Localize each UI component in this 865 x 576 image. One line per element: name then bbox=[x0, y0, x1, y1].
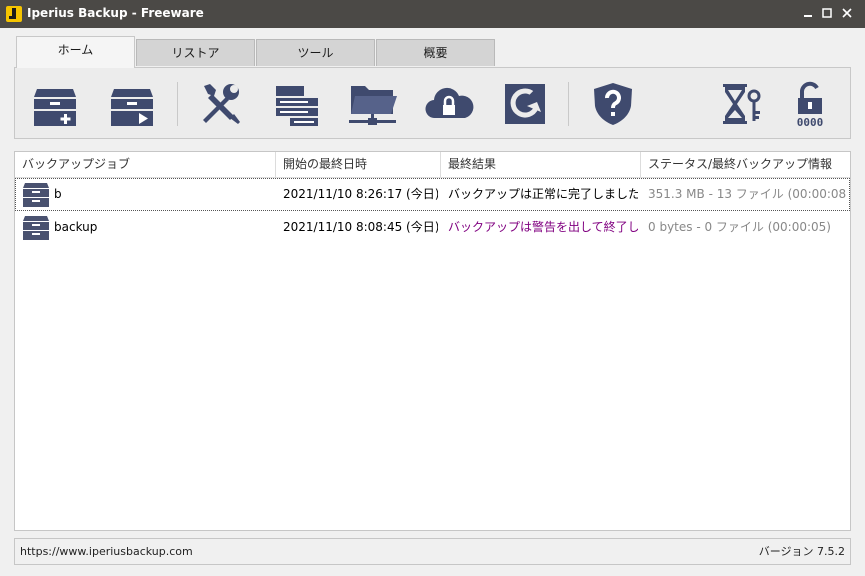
column-header-last-start[interactable]: 開始の最終日時 bbox=[276, 152, 441, 177]
status-bar: https://www.iperiusbackup.com バージョン 7.5.… bbox=[14, 538, 851, 565]
refresh-button[interactable] bbox=[493, 68, 557, 140]
app-logo-icon bbox=[6, 6, 22, 22]
cloud-lock-icon bbox=[425, 87, 474, 119]
job-list-icon bbox=[276, 86, 318, 126]
column-header-status[interactable]: ステータス/最終バックアップ情報 bbox=[641, 152, 850, 177]
tab-restore[interactable]: リストア bbox=[136, 39, 255, 66]
close-icon[interactable] bbox=[836, 0, 858, 26]
tools-settings-icon bbox=[203, 84, 240, 124]
job-list-button[interactable] bbox=[265, 68, 329, 140]
backup-job-icon bbox=[23, 216, 49, 240]
table-row[interactable]: backup 2021/11/10 8:08:45 (今日) バックアップは警告… bbox=[15, 211, 850, 244]
new-backup-job-icon bbox=[34, 89, 76, 126]
job-name: backup bbox=[54, 220, 98, 234]
unlock-code-icon: 0000 bbox=[797, 81, 824, 128]
unlock-code-button[interactable]: 0000 bbox=[778, 68, 842, 140]
tab-tools[interactable]: ツール bbox=[256, 39, 375, 66]
license-timer-key-icon bbox=[723, 84, 761, 124]
code-digits-glyph: 0000 bbox=[797, 116, 824, 128]
toolbar: 0000 bbox=[14, 67, 851, 139]
job-status-info: 0 bytes - 0 ファイル (00:00:05) bbox=[648, 220, 831, 234]
backup-job-icon bbox=[23, 183, 49, 207]
network-folder-button[interactable] bbox=[341, 68, 405, 140]
title-bar: Iperius Backup - Freeware bbox=[0, 0, 865, 28]
table-row[interactable]: b 2021/11/10 8:26:17 (今日) バックアップは正常に完了しま… bbox=[15, 178, 850, 211]
help-shield-icon bbox=[594, 83, 632, 125]
job-last-start: 2021/11/10 8:08:45 (今日) bbox=[283, 220, 438, 234]
maximize-icon[interactable] bbox=[816, 0, 838, 26]
license-button[interactable] bbox=[707, 68, 771, 140]
tab-home[interactable]: ホーム bbox=[16, 36, 135, 68]
run-backup-button[interactable] bbox=[100, 68, 164, 140]
toolbar-separator bbox=[177, 82, 178, 126]
new-backup-job-button[interactable] bbox=[23, 68, 87, 140]
list-header: バックアップジョブ 開始の最終日時 最終結果 ステータス/最終バックアップ情報 bbox=[15, 152, 850, 178]
tab-about[interactable]: 概要 bbox=[376, 39, 495, 66]
backup-jobs-list: バックアップジョブ 開始の最終日時 最終結果 ステータス/最終バックアップ情報 … bbox=[14, 151, 851, 531]
toolbar-separator bbox=[568, 82, 569, 126]
run-backup-icon bbox=[111, 89, 153, 126]
tools-settings-button[interactable] bbox=[188, 68, 252, 140]
column-header-result[interactable]: 最終結果 bbox=[441, 152, 641, 177]
job-result: バックアップは警告を出して終了しました bbox=[448, 220, 638, 234]
window-title: Iperius Backup - Freeware bbox=[27, 6, 204, 20]
cloud-backup-button[interactable] bbox=[417, 68, 481, 140]
refresh-icon bbox=[505, 84, 545, 124]
column-header-job[interactable]: バックアップジョブ bbox=[15, 152, 276, 177]
job-status-info: 351.3 MB - 13 ファイル (00:00:08) bbox=[648, 187, 846, 201]
network-folder-icon bbox=[349, 86, 397, 125]
help-button[interactable] bbox=[581, 68, 645, 140]
job-name: b bbox=[54, 187, 62, 201]
job-last-start: 2021/11/10 8:26:17 (今日) bbox=[283, 187, 438, 201]
version-label: バージョン 7.5.2 bbox=[758, 545, 845, 558]
job-result: バックアップは正常に完了しました bbox=[448, 187, 638, 201]
website-link[interactable]: https://www.iperiusbackup.com bbox=[20, 539, 193, 564]
main-tabs: ホーム リストア ツール 概要 bbox=[16, 36, 506, 68]
